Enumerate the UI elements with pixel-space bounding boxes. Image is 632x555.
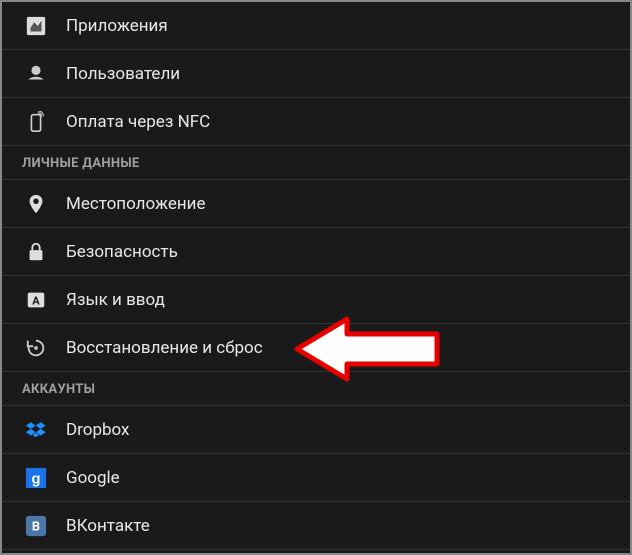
- settings-item-apps[interactable]: Приложения: [2, 2, 630, 50]
- item-label: Язык и ввод: [66, 290, 165, 310]
- dropbox-icon: [24, 418, 48, 442]
- google-icon: g: [24, 466, 48, 490]
- language-icon: A: [24, 288, 48, 312]
- lock-icon: [24, 240, 48, 264]
- item-label: Восстановление и сброс: [66, 338, 263, 358]
- settings-item-google[interactable]: g Google: [2, 454, 630, 502]
- svg-text:B: B: [32, 519, 40, 534]
- vk-icon: B: [24, 514, 48, 538]
- settings-item-backup-reset[interactable]: Восстановление и сброс: [2, 324, 630, 372]
- section-header-personal: ЛИЧНЫЕ ДАННЫЕ: [2, 146, 630, 180]
- settings-item-location[interactable]: Местоположение: [2, 180, 630, 228]
- item-label: Безопасность: [66, 242, 178, 262]
- item-label: Пользователи: [66, 64, 180, 84]
- svg-text:A: A: [32, 294, 40, 307]
- item-label: Dropbox: [66, 420, 130, 440]
- settings-item-vk[interactable]: B ВКонтакте: [2, 502, 630, 550]
- item-label: ВКонтакте: [66, 516, 150, 536]
- settings-item-language[interactable]: A Язык и ввод: [2, 276, 630, 324]
- settings-item-nfc[interactable]: Оплата через NFC: [2, 98, 630, 146]
- users-icon: [24, 62, 48, 86]
- item-label: Приложения: [66, 16, 168, 36]
- settings-item-dropbox[interactable]: Dropbox: [2, 406, 630, 454]
- item-label: Местоположение: [66, 194, 206, 214]
- svg-text:g: g: [32, 471, 41, 487]
- settings-item-security[interactable]: Безопасность: [2, 228, 630, 276]
- item-label: Оплата через NFC: [66, 112, 210, 132]
- location-icon: [24, 192, 48, 216]
- section-header-accounts: АККАУНТЫ: [2, 372, 630, 406]
- nfc-icon: [24, 110, 48, 134]
- apps-icon: [24, 14, 48, 38]
- settings-list: Приложения Пользователи Оплата через NFC…: [2, 2, 630, 550]
- settings-item-users[interactable]: Пользователи: [2, 50, 630, 98]
- restore-icon: [24, 336, 48, 360]
- item-label: Google: [66, 468, 120, 488]
